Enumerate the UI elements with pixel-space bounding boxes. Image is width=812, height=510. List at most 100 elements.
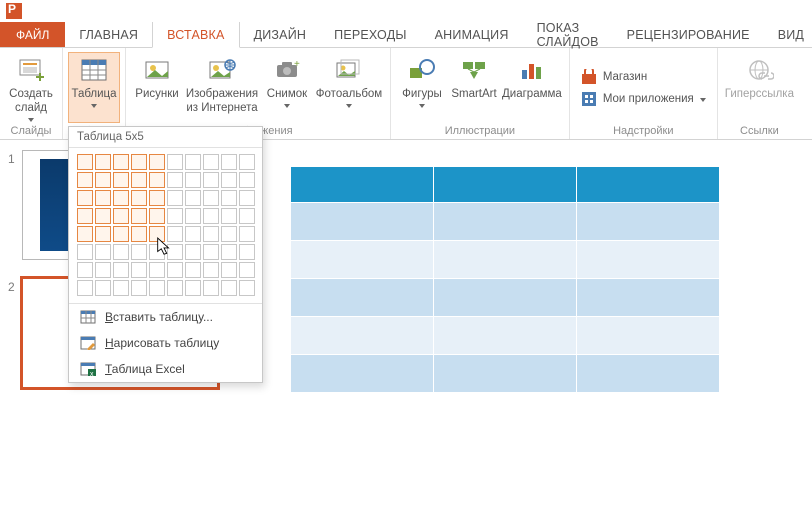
grid-cell[interactable]	[77, 190, 93, 206]
grid-cell[interactable]	[95, 226, 111, 242]
grid-cell[interactable]	[221, 154, 237, 170]
smartart-button[interactable]: SmartArt	[448, 52, 500, 123]
grid-cell[interactable]	[185, 190, 201, 206]
grid-cell[interactable]	[149, 244, 165, 260]
grid-cell[interactable]	[131, 172, 147, 188]
grid-cell[interactable]	[203, 208, 219, 224]
grid-cell[interactable]	[203, 172, 219, 188]
grid-cell[interactable]	[113, 244, 129, 260]
table-button[interactable]: Таблица	[68, 52, 120, 123]
grid-cell[interactable]	[149, 280, 165, 296]
grid-cell[interactable]	[221, 172, 237, 188]
grid-cell[interactable]	[77, 226, 93, 242]
grid-cell[interactable]	[131, 190, 147, 206]
grid-cell[interactable]	[221, 208, 237, 224]
tab-insert[interactable]: ВСТАВКА	[152, 22, 239, 48]
grid-cell[interactable]	[167, 172, 183, 188]
grid-cell[interactable]	[113, 190, 129, 206]
tab-transitions[interactable]: ПЕРЕХОДЫ	[320, 22, 421, 47]
grid-cell[interactable]	[95, 154, 111, 170]
grid-cell[interactable]	[149, 154, 165, 170]
grid-cell[interactable]	[149, 262, 165, 278]
grid-cell[interactable]	[239, 172, 255, 188]
grid-cell[interactable]	[77, 280, 93, 296]
grid-cell[interactable]	[131, 208, 147, 224]
grid-cell[interactable]	[77, 244, 93, 260]
excel-table-menuitem[interactable]: x Таблица Excel	[69, 356, 262, 382]
online-pictures-button[interactable]: Изображения из Интернета	[183, 52, 261, 123]
grid-cell[interactable]	[95, 244, 111, 260]
grid-cell[interactable]	[203, 244, 219, 260]
grid-cell[interactable]	[185, 262, 201, 278]
tab-file[interactable]: ФАЙЛ	[0, 22, 65, 47]
grid-cell[interactable]	[239, 154, 255, 170]
screenshot-button[interactable]: + Снимок	[261, 52, 313, 123]
grid-cell[interactable]	[203, 154, 219, 170]
grid-cell[interactable]	[185, 280, 201, 296]
grid-cell[interactable]	[167, 262, 183, 278]
grid-cell[interactable]	[203, 190, 219, 206]
tab-review[interactable]: РЕЦЕНЗИРОВАНИЕ	[613, 22, 764, 47]
grid-cell[interactable]	[185, 208, 201, 224]
grid-cell[interactable]	[131, 226, 147, 242]
grid-cell[interactable]	[239, 244, 255, 260]
tab-animation[interactable]: АНИМАЦИЯ	[421, 22, 523, 47]
grid-cell[interactable]	[167, 244, 183, 260]
slide-canvas[interactable]	[240, 140, 812, 510]
grid-cell[interactable]	[221, 262, 237, 278]
grid-cell[interactable]	[167, 154, 183, 170]
grid-cell[interactable]	[77, 208, 93, 224]
tab-slideshow[interactable]: ПОКАЗ СЛАЙДОВ	[523, 22, 613, 47]
insert-table-menuitem[interactable]: Вставить таблицу...	[69, 304, 262, 330]
table-grid-chooser[interactable]	[69, 148, 262, 303]
grid-cell[interactable]	[77, 172, 93, 188]
new-slide-button[interactable]: Создать слайд	[5, 52, 57, 123]
grid-cell[interactable]	[113, 226, 129, 242]
grid-cell[interactable]	[149, 208, 165, 224]
grid-cell[interactable]	[95, 208, 111, 224]
grid-cell[interactable]	[185, 154, 201, 170]
shapes-button[interactable]: Фигуры	[396, 52, 448, 123]
grid-cell[interactable]	[239, 262, 255, 278]
grid-cell[interactable]	[149, 226, 165, 242]
grid-cell[interactable]	[131, 280, 147, 296]
grid-cell[interactable]	[113, 154, 129, 170]
grid-cell[interactable]	[239, 226, 255, 242]
grid-cell[interactable]	[221, 280, 237, 296]
grid-cell[interactable]	[77, 154, 93, 170]
grid-cell[interactable]	[221, 190, 237, 206]
grid-cell[interactable]	[185, 172, 201, 188]
grid-cell[interactable]	[239, 208, 255, 224]
grid-cell[interactable]	[167, 190, 183, 206]
grid-cell[interactable]	[221, 244, 237, 260]
photo-album-button[interactable]: Фотоальбом	[313, 52, 385, 123]
grid-cell[interactable]	[203, 262, 219, 278]
grid-cell[interactable]	[167, 208, 183, 224]
tab-design[interactable]: ДИЗАЙН	[240, 22, 321, 47]
grid-cell[interactable]	[95, 190, 111, 206]
store-button[interactable]: Магазин	[581, 69, 706, 85]
grid-cell[interactable]	[167, 226, 183, 242]
grid-cell[interactable]	[239, 280, 255, 296]
grid-cell[interactable]	[221, 226, 237, 242]
grid-cell[interactable]	[203, 280, 219, 296]
grid-cell[interactable]	[185, 226, 201, 242]
grid-cell[interactable]	[95, 172, 111, 188]
draw-table-menuitem[interactable]: Нарисовать таблицу	[69, 330, 262, 356]
grid-cell[interactable]	[95, 262, 111, 278]
grid-cell[interactable]	[113, 262, 129, 278]
tab-view[interactable]: ВИД	[764, 22, 812, 47]
grid-cell[interactable]	[131, 154, 147, 170]
grid-cell[interactable]	[77, 262, 93, 278]
grid-cell[interactable]	[113, 280, 129, 296]
my-apps-button[interactable]: Мои приложения	[581, 91, 706, 107]
grid-cell[interactable]	[131, 262, 147, 278]
grid-cell[interactable]	[185, 244, 201, 260]
grid-cell[interactable]	[167, 280, 183, 296]
grid-cell[interactable]	[203, 226, 219, 242]
grid-cell[interactable]	[113, 208, 129, 224]
grid-cell[interactable]	[149, 172, 165, 188]
chart-button[interactable]: Диаграмма	[500, 52, 564, 123]
pictures-button[interactable]: Рисунки	[131, 52, 183, 123]
grid-cell[interactable]	[239, 190, 255, 206]
